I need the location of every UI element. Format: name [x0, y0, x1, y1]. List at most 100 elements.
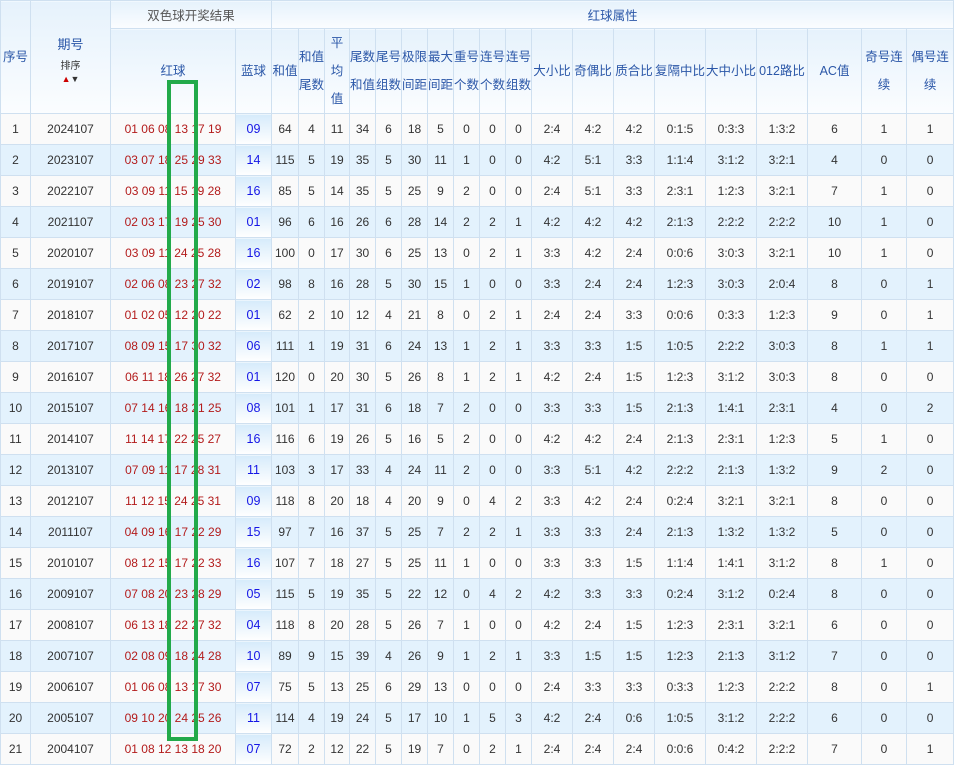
attr-cell: 3:3 [531, 237, 574, 269]
red-balls-cell: 06 13 18 22 27 32 [110, 609, 236, 641]
attr-cell: 25 [349, 671, 377, 703]
header-col-15: 012路比 [756, 28, 809, 114]
attr-cell: 2 [861, 454, 908, 486]
lottery-results-table: 序号 期号 排序 ▲▼ 双色球开奖结果 红球属性 红球 蓝球 和值 和值尾数 平均值… [0, 0, 954, 765]
attr-cell: 1 [453, 547, 481, 579]
table-row: 18 2007107 02 08 09 18 24 28 10 89 9 15 39 4 26 9 1… [0, 640, 954, 672]
attr-cell: 3:3 [613, 144, 656, 176]
attr-cell: 25 [401, 516, 429, 548]
header-issue[interactable]: 期号 排序 ▲▼ [30, 0, 111, 114]
red-balls-cell: 03 07 18 25 29 33 [110, 144, 236, 176]
attr-cell: 2:4 [613, 516, 656, 548]
attr-cell: 3:2:1 [705, 485, 758, 517]
header-col-9: 连号组数 [505, 28, 533, 114]
attr-cell: 30 [401, 268, 429, 300]
attr-cell: 0 [453, 485, 481, 517]
attr-cell: 2:1:3 [654, 206, 707, 238]
attr-cell: 35 [349, 144, 377, 176]
attr-cell: 3:3 [613, 671, 656, 703]
attr-cell: 8 [807, 547, 863, 579]
blue-ball-cell: 09 [234, 485, 273, 517]
attr-cell: 2:2:2 [756, 733, 809, 765]
sort-control[interactable]: 排序 ▲▼ [32, 61, 110, 86]
attr-cell: 3:0:3 [705, 237, 758, 269]
attr-cell: 2 [505, 485, 533, 517]
attr-cell: 7 [298, 547, 326, 579]
attr-cell: 18 [401, 392, 429, 424]
attr-cell: 12 [324, 733, 351, 765]
header-col-14: 大中小比 [705, 28, 758, 114]
header-seq: 序号 [0, 0, 31, 114]
attr-cell: 5 [427, 113, 455, 145]
arrow-up-icon[interactable]: ▲ [62, 74, 71, 84]
blue-ball-cell: 08 [234, 392, 273, 424]
header-draw-result: 双色球开奖结果 [109, 0, 273, 29]
header-col-17: 奇号连续 [861, 28, 908, 114]
attr-cell: 5 [375, 516, 403, 548]
attr-cell: 1 [906, 733, 954, 765]
attr-cell: 0:4:2 [705, 733, 758, 765]
attr-cell: 14 [324, 175, 351, 207]
attr-cell: 2:4 [613, 423, 656, 455]
table-row: 6 2019107 02 06 08 23 27 32 02 98 8 16 28 5 30 15 1… [0, 268, 954, 300]
attr-cell: 0 [861, 609, 908, 641]
attr-cell: 13 [427, 237, 455, 269]
issue-cell: 2023107 [30, 144, 111, 176]
attr-cell: 5 [375, 578, 403, 610]
attr-cell: 0:0:6 [654, 299, 707, 331]
issue-cell: 2015107 [30, 392, 111, 424]
header-col-5: 极限间距 [401, 28, 429, 114]
attr-cell: 4:2 [531, 144, 574, 176]
table-row: 2 2023107 03 07 18 25 29 33 14 115 5 19 35 5 30 11… [0, 144, 954, 176]
attr-cell: 2:2:2 [756, 206, 809, 238]
attr-cell: 2:0:4 [756, 268, 809, 300]
attr-cell: 8 [427, 361, 455, 393]
attr-cell: 20 [324, 361, 351, 393]
issue-cell: 2011107 [30, 516, 111, 548]
attr-cell: 15 [324, 640, 351, 672]
issue-cell: 2021107 [30, 206, 111, 238]
attr-cell: 2 [453, 175, 481, 207]
attr-cell: 2:4 [572, 299, 615, 331]
header-col-11: 奇偶比 [572, 28, 615, 114]
attr-cell: 2:3:1 [705, 609, 758, 641]
attr-cell: 2:4 [572, 733, 615, 765]
seq-cell: 21 [0, 733, 31, 765]
attr-cell: 10 [807, 206, 863, 238]
attr-cell: 5 [375, 268, 403, 300]
attr-cell: 13 [427, 330, 455, 362]
attr-cell: 4:2 [613, 454, 656, 486]
attr-cell: 8 [427, 299, 455, 331]
blue-ball-cell: 01 [234, 361, 273, 393]
attr-cell: 1 [906, 671, 954, 703]
attr-cell: 18 [349, 485, 377, 517]
attr-cell: 3:3 [572, 671, 615, 703]
attr-cell: 0 [505, 113, 533, 145]
attr-cell: 1:2:3 [756, 299, 809, 331]
attr-cell: 0:2:4 [654, 485, 707, 517]
attr-cell: 19 [324, 578, 351, 610]
attr-cell: 15 [427, 268, 455, 300]
attr-cell: 0 [906, 640, 954, 672]
arrow-down-icon[interactable]: ▼ [71, 74, 80, 84]
attr-cell: 27 [349, 547, 377, 579]
attr-cell: 107 [271, 547, 300, 579]
attr-cell: 115 [271, 144, 300, 176]
attr-cell: 0 [906, 516, 954, 548]
attr-cell: 0 [453, 299, 481, 331]
attr-cell: 1:2:3 [654, 361, 707, 393]
attr-cell: 1:1:4 [654, 547, 707, 579]
attr-cell: 2 [298, 299, 326, 331]
attr-cell: 2 [479, 299, 507, 331]
attr-cell: 22 [401, 578, 429, 610]
attr-cell: 4:2 [531, 578, 574, 610]
red-balls-cell: 08 12 15 17 22 33 [110, 547, 236, 579]
attr-cell: 0 [479, 175, 507, 207]
attr-cell: 2:4 [613, 268, 656, 300]
attr-cell: 4:2 [613, 113, 656, 145]
attr-cell: 8 [807, 578, 863, 610]
attr-cell: 20 [324, 609, 351, 641]
attr-cell: 1 [298, 392, 326, 424]
attr-cell: 2 [453, 392, 481, 424]
red-balls-cell: 07 08 20 23 28 29 [110, 578, 236, 610]
